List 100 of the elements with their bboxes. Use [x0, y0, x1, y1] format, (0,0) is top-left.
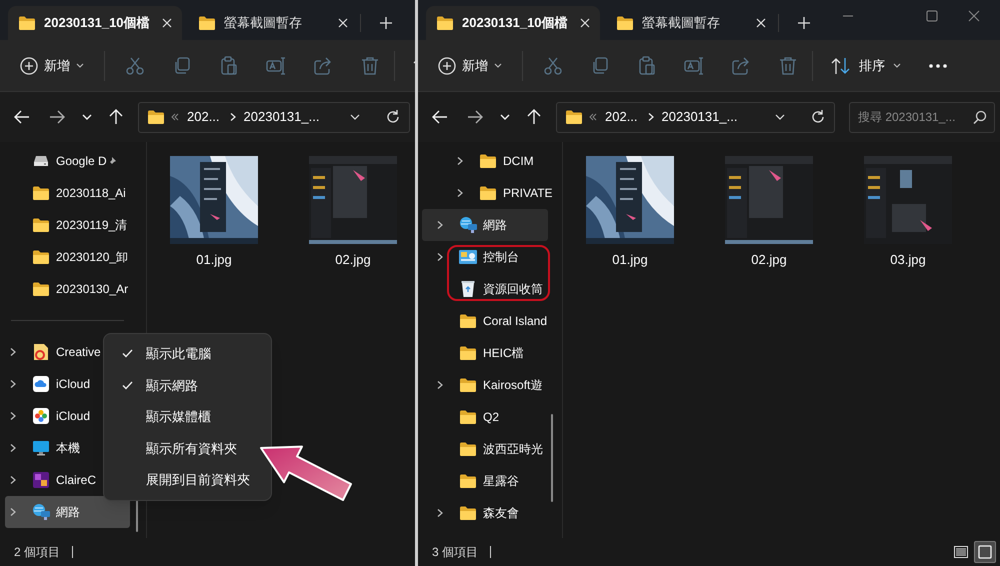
tab[interactable]: 螢幕截圖暫存: [188, 6, 358, 40]
sidebar-item[interactable]: 20230130_Ar: [5, 273, 130, 305]
monitor-icon: [32, 440, 50, 456]
chevron-icon[interactable]: [8, 379, 16, 389]
sidebar-item[interactable]: 20230119_清: [5, 209, 130, 241]
view-button[interactable]: [974, 541, 996, 563]
address-bar[interactable]: 202... 20230131_...: [138, 102, 410, 132]
sort-arrows-icon: [831, 56, 851, 74]
tab[interactable]: 20230131_10個檔: [8, 6, 182, 40]
trash-icon[interactable]: [778, 56, 798, 76]
folder-icon: [458, 441, 476, 457]
sidebar-item[interactable]: Google D: [5, 145, 130, 177]
caret-icon: [893, 62, 901, 68]
sidebar-item[interactable]: HEIC檔: [422, 337, 548, 369]
folder-icon: [458, 377, 476, 393]
list-icon: [954, 546, 968, 558]
file-tile[interactable]: 02.jpg: [298, 156, 408, 270]
plus-icon[interactable]: [379, 16, 393, 30]
more-icon[interactable]: [929, 64, 947, 68]
plus-icon[interactable]: [797, 16, 811, 30]
folder-icon: [616, 15, 634, 31]
refresh-icon[interactable]: [385, 109, 401, 125]
chevron-icon[interactable]: [435, 508, 443, 518]
chevron-icon[interactable]: [8, 475, 16, 485]
breadcrumb[interactable]: 20230131_...: [660, 107, 740, 127]
chevron-icon[interactable]: [455, 156, 463, 166]
maximize-icon[interactable]: [926, 10, 938, 22]
search-icon[interactable]: [973, 110, 987, 124]
rename-icon[interactable]: [266, 56, 286, 76]
sidebar-item[interactable]: 20230120_卸: [5, 241, 130, 273]
item-count: 3 個項目: [432, 544, 478, 561]
new-button[interactable]: 新增: [14, 48, 90, 82]
file-tile[interactable]: 01.jpg: [159, 156, 269, 270]
folder-icon: [458, 505, 476, 521]
sidebar-item[interactable]: Q2: [422, 401, 548, 433]
cut-icon[interactable]: [543, 56, 563, 76]
folder-icon: [565, 109, 583, 125]
new-button[interactable]: 新增: [432, 48, 508, 82]
caret-icon: [76, 62, 84, 68]
rename-icon[interactable]: [684, 56, 704, 76]
sort-button[interactable]: 排序: [827, 48, 905, 82]
chevron-icon[interactable]: [8, 347, 16, 357]
share-icon[interactable]: [313, 56, 333, 76]
network-icon: [30, 503, 50, 521]
sidebar-item[interactable]: 控制台: [422, 241, 548, 273]
forward-arrow-icon[interactable]: [49, 109, 65, 125]
back-arrow-icon[interactable]: [14, 109, 30, 125]
trash-icon[interactable]: [360, 56, 380, 76]
paste-icon[interactable]: [219, 56, 239, 76]
search-field[interactable]: 搜尋 20230131_...: [849, 102, 995, 132]
caret-icon: [494, 62, 502, 68]
file-tile[interactable]: 01.jpg: [575, 156, 685, 270]
folder-icon: [32, 281, 50, 297]
tab[interactable]: 螢幕截圖暫存: [606, 6, 776, 40]
plus-circle-icon: [438, 56, 456, 74]
file-tile[interactable]: 03.jpg: [853, 156, 963, 270]
sidebar-item[interactable]: 網路: [422, 209, 548, 241]
trash-bin-icon: [460, 280, 474, 298]
cloud-icon: [32, 376, 48, 392]
folder-icon: [478, 153, 496, 169]
sidebar-item[interactable]: 資源回收筒: [422, 273, 548, 305]
sidebar-item[interactable]: 波西亞時光: [422, 433, 548, 465]
breadcrumb[interactable]: 202...: [185, 107, 222, 127]
cut-icon[interactable]: [125, 56, 145, 76]
sidebar-item[interactable]: 森友會: [422, 497, 548, 529]
check-icon: [122, 380, 133, 390]
tab[interactable]: 20230131_10個檔: [426, 6, 600, 40]
up-arrow-icon[interactable]: [526, 109, 542, 125]
sidebar-item[interactable]: 網路: [5, 496, 130, 528]
forward-arrow-icon[interactable]: [467, 109, 483, 125]
chevron-icon[interactable]: [8, 443, 16, 453]
refresh-icon[interactable]: [810, 109, 826, 125]
sidebar-item[interactable]: 20230118_Ai: [5, 177, 130, 209]
share-icon[interactable]: [731, 56, 751, 76]
chevron-icon[interactable]: [435, 220, 443, 230]
folder-icon: [198, 15, 216, 31]
chevron-icon[interactable]: [435, 380, 443, 390]
double-chevron-icon: [171, 113, 179, 121]
sidebar-item[interactable]: Coral Island: [422, 305, 548, 337]
folder-icon: [32, 185, 50, 201]
sidebar-item[interactable]: 星露谷: [422, 465, 548, 497]
breadcrumb[interactable]: 202...: [603, 107, 640, 127]
breadcrumb[interactable]: 20230131_...: [242, 107, 322, 127]
sidebar-item[interactable]: DCIM: [422, 145, 548, 177]
folder-icon: [147, 109, 165, 125]
up-arrow-icon[interactable]: [108, 109, 124, 125]
folder-icon: [18, 15, 36, 31]
file-tile[interactable]: 02.jpg: [714, 156, 824, 270]
address-bar[interactable]: 202... 20230131_...: [556, 102, 835, 132]
chevron-icon[interactable]: [8, 507, 16, 517]
sidebar-item[interactable]: Kairosoft遊: [422, 369, 548, 401]
chevron-icon[interactable]: [455, 188, 463, 198]
folder-icon: [478, 185, 496, 201]
paste-icon[interactable]: [637, 56, 657, 76]
chevron-icon[interactable]: [8, 411, 16, 421]
back-arrow-icon[interactable]: [432, 109, 448, 125]
plus-circle-icon: [20, 56, 38, 74]
scrollbar[interactable]: [551, 414, 553, 502]
network-icon: [458, 216, 478, 234]
chevron-icon[interactable]: [435, 252, 443, 262]
